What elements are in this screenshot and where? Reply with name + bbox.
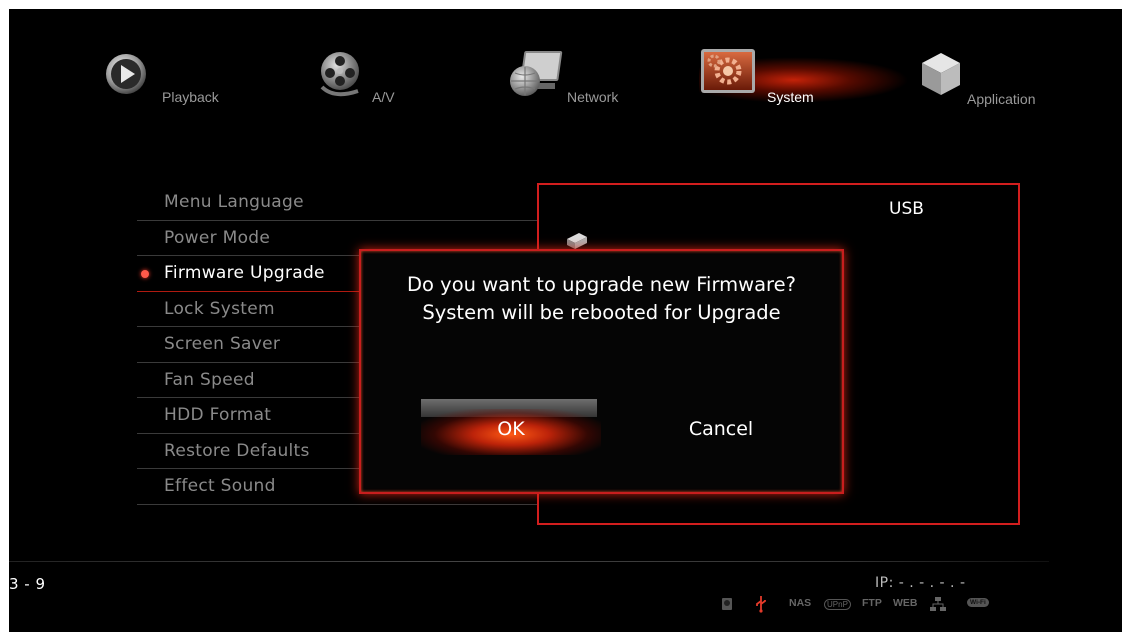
page-indicator: 3 - 9 [9, 575, 46, 593]
film-reel-icon [320, 52, 359, 97]
menu-item-label: Lock System [164, 298, 275, 319]
footer-divider [9, 561, 1049, 562]
usb-drive-icon [567, 233, 587, 249]
ok-button[interactable]: OK [421, 399, 601, 455]
ok-button-label: OK [497, 418, 525, 440]
firmware-upgrade-dialog: Do you want to upgrade new Firmware? Sys… [359, 249, 844, 494]
menu-item-label: HDD Format [164, 405, 272, 425]
network-globe-icon [510, 51, 563, 96]
selected-bullet-icon [141, 270, 149, 278]
menu-item-menu-language[interactable]: Menu Language [137, 185, 537, 221]
menu-item-label: Fan Speed [164, 369, 255, 390]
menu-item-label: Power Mode [164, 227, 271, 248]
lan-status-icon [930, 597, 946, 611]
top-navigation: Playback A/V Network System Application [9, 9, 1122, 149]
nas-status-label: NAS [789, 597, 812, 609]
wifi-status-icon: Wi-Fi [967, 598, 989, 607]
screen: Playback A/V Network System Application … [9, 9, 1122, 632]
ip-address: IP: - . - . - . - [875, 575, 966, 591]
cancel-button[interactable]: Cancel [631, 399, 811, 451]
upnp-status-label: UPnP [824, 599, 851, 610]
nav-label-network: Network [567, 89, 619, 105]
nav-label-application: Application [967, 91, 1036, 107]
menu-item-label: Menu Language [164, 192, 304, 212]
menu-item-label: Firmware Upgrade [164, 263, 325, 283]
cube-icon [922, 53, 960, 95]
nav-label-av: A/V [372, 89, 395, 105]
menu-item-label: Screen Saver [164, 334, 281, 354]
menu-item-label: Restore Defaults [164, 440, 310, 461]
dialog-message-line2: System will be rebooted for Upgrade [422, 301, 781, 324]
ftp-status-label: FTP [862, 597, 882, 609]
usb-status-icon [756, 596, 766, 613]
nav-label-system: System [767, 89, 814, 105]
menu-item-label: Effect Sound [164, 476, 276, 496]
cancel-button-label: Cancel [688, 418, 754, 440]
hdd-status-icon [722, 598, 732, 610]
dialog-message-line1: Do you want to upgrade new Firmware? [407, 273, 796, 296]
play-icon [106, 54, 146, 94]
usb-panel-title: USB [889, 199, 924, 219]
system-gear-icon [701, 49, 755, 93]
web-status-label: WEB [893, 597, 918, 609]
nav-label-playback: Playback [162, 89, 219, 105]
